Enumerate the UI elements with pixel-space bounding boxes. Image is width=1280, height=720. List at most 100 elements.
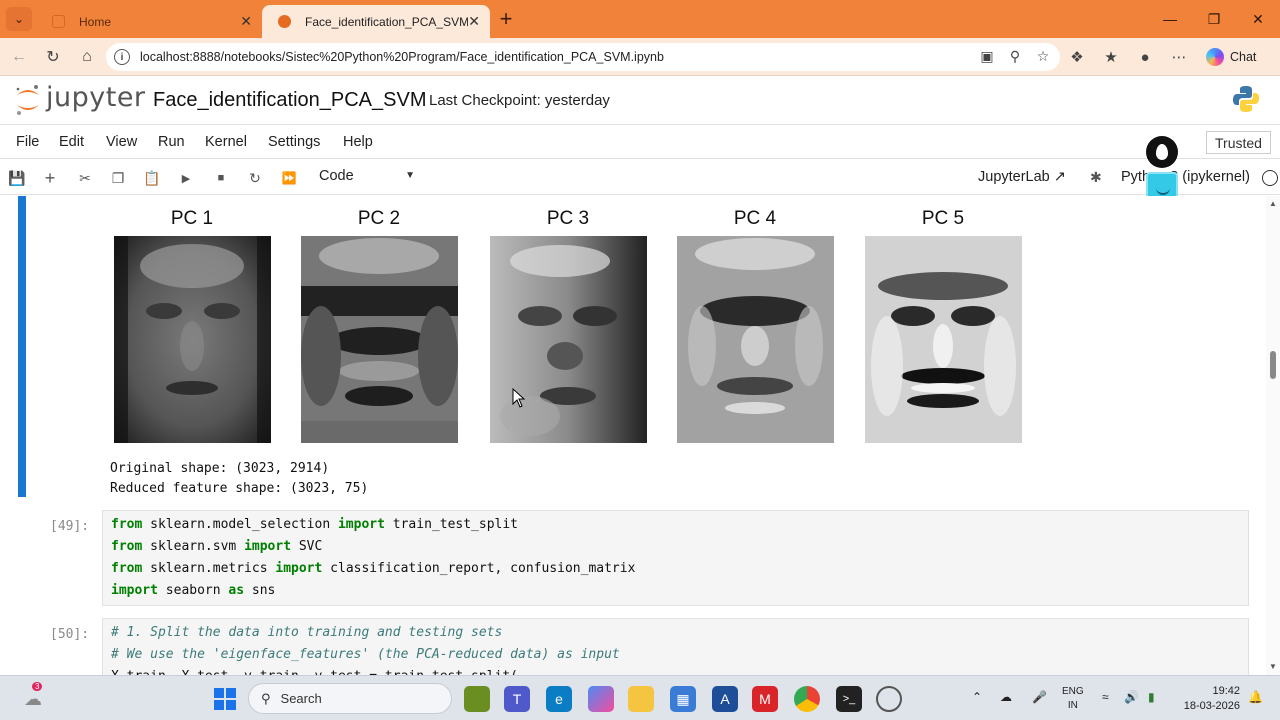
notebook-scrollbar[interactable]: ▲ ▼ — [1266, 196, 1280, 675]
mcafee-icon[interactable]: M — [752, 686, 778, 712]
menu-file[interactable]: File — [16, 134, 39, 150]
weather-widget-icon[interactable]: ☁ 3 — [18, 682, 48, 712]
notifications-bell-icon[interactable]: 🔔 — [1248, 690, 1263, 704]
profile-icon[interactable]: ● — [1134, 47, 1156, 67]
cell-prompt: [50]: — [50, 627, 90, 642]
jupyter-logo-icon[interactable] — [14, 83, 42, 117]
onedrive-icon[interactable]: ☁ — [1000, 690, 1012, 704]
debugger-bug-icon[interactable]: ✱ — [1090, 169, 1102, 186]
store-icon[interactable]: ▦ — [670, 686, 696, 712]
code-token: sklearn.model_selection — [142, 517, 338, 532]
chrome-icon[interactable] — [794, 686, 820, 712]
restore-icon[interactable]: ❐ — [1192, 0, 1236, 38]
eigenface-image-pc3 — [490, 236, 647, 443]
code-comment: # 1. Split the data into training and te… — [111, 625, 503, 640]
code-line: # 1. Split the data into training and te… — [111, 625, 502, 640]
vs-code-like-icon[interactable]: A — [712, 686, 738, 712]
menu-kernel[interactable]: Kernel — [205, 134, 247, 150]
jupyter-logo-text: jupyter — [46, 82, 146, 113]
volume-icon[interactable]: 🔊 — [1124, 690, 1139, 704]
menu-run[interactable]: Run — [158, 134, 185, 150]
eigenface-image-pc4 — [677, 236, 834, 443]
code-keyword: from — [111, 539, 143, 554]
pen-tool-icon[interactable] — [1146, 136, 1178, 168]
fast-forward-icon[interactable]: ⏩ — [279, 168, 299, 188]
save-icon[interactable]: 💾 — [7, 168, 27, 188]
home-icon[interactable]: ⌂ — [76, 47, 98, 67]
read-aloud-icon[interactable]: ▣ — [978, 47, 996, 65]
favorites-icon[interactable]: ★ — [1100, 47, 1122, 67]
copilot-chat-button[interactable]: Chat — [1206, 46, 1256, 68]
add-cell-icon[interactable]: + — [40, 168, 60, 188]
start-windows-icon[interactable] — [212, 686, 238, 712]
scroll-up-icon[interactable]: ▲ — [1269, 199, 1277, 208]
restart-icon[interactable]: ↻ — [245, 168, 265, 188]
edge-icon[interactable]: e — [546, 686, 572, 712]
code-token: sklearn.svm — [142, 539, 245, 554]
language-indicator[interactable]: ENG IN — [1062, 685, 1084, 713]
chat-label: Chat — [1230, 50, 1257, 64]
code-cell-50[interactable]: # 1. Split the data into training and te… — [102, 618, 1249, 675]
info-icon[interactable]: i — [114, 49, 130, 65]
microphone-icon[interactable]: 🎤 — [1032, 690, 1047, 704]
address-bar[interactable]: i localhost:8888/notebooks/Sistec%20Pyth… — [106, 43, 1060, 71]
notebook-title[interactable]: Face_identification_PCA_SVM — [153, 89, 426, 112]
show-hidden-icons-chevron-up-icon[interactable]: ⌃ — [972, 690, 982, 704]
cell-type-select[interactable]: Code ▼ — [319, 168, 419, 184]
cut-icon[interactable]: ✂ — [75, 168, 95, 188]
code-token: SVC — [291, 539, 323, 554]
taskbar-search[interactable]: ⚲ Search — [248, 683, 452, 714]
close-icon[interactable]: ✕ — [468, 13, 480, 30]
paste-icon[interactable]: 📋 — [142, 168, 162, 188]
copy-icon[interactable]: ❐ — [108, 168, 128, 188]
more-options-icon[interactable]: ⋯ — [1168, 47, 1190, 67]
clock-date: 18-03-2026 — [1183, 700, 1240, 712]
favorite-star-icon[interactable]: ☆ — [1034, 47, 1052, 65]
code-token: sns — [244, 583, 276, 598]
home-favicon-icon — [52, 15, 65, 28]
menu-help[interactable]: Help — [343, 134, 373, 150]
cell-prompt: [49]: — [50, 519, 90, 534]
tab-notebook[interactable]: Face_identification_PCA_SVM ✕ — [262, 5, 490, 38]
scroll-thumb[interactable] — [1270, 351, 1276, 379]
tab-home[interactable]: Home ✕ — [36, 5, 262, 38]
reduced-shape-output: Reduced feature shape: (3023, 75) — [110, 481, 369, 496]
notebook-content: PC 1 PC 2 PC 3 PC 4 PC 5 Original shape:… — [0, 196, 1266, 675]
refresh-icon[interactable]: ↻ — [42, 47, 64, 67]
terminal-icon[interactable]: >_ — [836, 686, 862, 712]
task-view-icon[interactable] — [464, 686, 490, 712]
back-icon[interactable]: ← — [8, 47, 30, 67]
chevron-down-icon: ▼ — [405, 170, 415, 181]
cell-type-value: Code — [319, 168, 354, 184]
zoom-icon[interactable]: ⚲ — [1006, 47, 1024, 65]
stop-icon[interactable]: ■ — [211, 168, 231, 188]
file-explorer-icon[interactable] — [628, 686, 654, 712]
new-tab-button[interactable]: + — [494, 6, 518, 31]
settings-gear-icon[interactable] — [876, 686, 902, 712]
extensions-icon[interactable]: ❖ — [1066, 47, 1088, 67]
kernel-name[interactable]: Python 3 (ipykernel) — [1121, 169, 1250, 185]
code-comment: # We use the 'eigenface_features' (the P… — [111, 647, 620, 662]
menu-settings[interactable]: Settings — [268, 134, 320, 150]
menu-edit[interactable]: Edit — [59, 134, 84, 150]
run-icon[interactable]: ▶ — [176, 168, 196, 188]
copilot-app-icon[interactable] — [588, 686, 614, 712]
trusted-indicator[interactable]: Trusted — [1206, 131, 1271, 154]
search-icon: ⚲ — [261, 690, 271, 706]
teams-icon[interactable]: T — [504, 686, 530, 712]
jupyterlab-link[interactable]: JupyterLab ↗ — [978, 169, 1066, 185]
browser-toolbar: ← ↻ ⌂ i localhost:8888/notebooks/Sistec%… — [0, 38, 1280, 76]
eigenface-image-pc5 — [865, 236, 1022, 443]
battery-icon[interactable]: ▮ — [1148, 690, 1155, 704]
lang-secondary: IN — [1067, 700, 1078, 711]
wifi-icon[interactable]: ≈ — [1102, 690, 1109, 704]
code-cell-49[interactable]: from sklearn.model_selection import trai… — [102, 510, 1249, 606]
tab-actions-menu-button[interactable]: ⌄ — [6, 7, 32, 31]
code-line: from sklearn.svm import SVC — [111, 539, 322, 554]
minimize-icon[interactable]: — — [1148, 0, 1192, 38]
close-window-icon[interactable]: ✕ — [1236, 0, 1280, 38]
scroll-down-icon[interactable]: ▼ — [1269, 662, 1277, 671]
system-clock[interactable]: 19:42 18-03-2026 — [1180, 684, 1240, 714]
menu-view[interactable]: View — [106, 134, 137, 150]
close-icon[interactable]: ✕ — [240, 13, 252, 30]
